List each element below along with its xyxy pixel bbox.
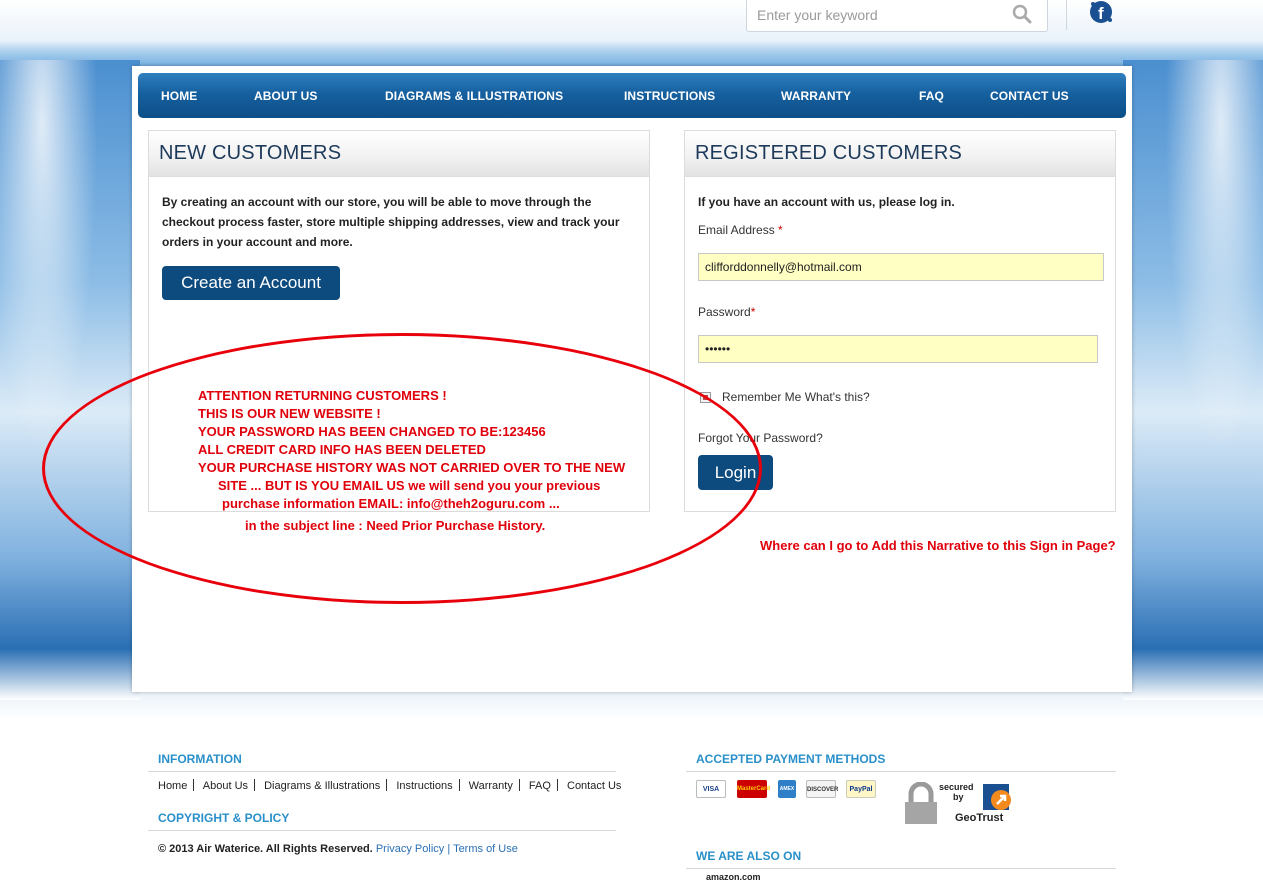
footer-link-contact-us[interactable]: Contact Us: [567, 780, 621, 792]
background-water-right: [1123, 60, 1263, 700]
footer-link-warranty[interactable]: Warranty: [469, 780, 513, 792]
nav-contact-us[interactable]: CONTACT US: [990, 89, 1069, 103]
remember-me-label: Remember Me: [722, 390, 802, 404]
email-required-mark: *: [778, 223, 783, 237]
geotrust-logo-icon: [983, 784, 1011, 810]
annotation-line-8: in the subject line : Need Prior Purchas…: [245, 518, 546, 533]
nav-about-us[interactable]: ABOUT US: [254, 89, 317, 103]
footer-link-separator: [458, 779, 460, 791]
footer-link-separator: [254, 779, 256, 791]
new-customers-title: NEW CUSTOMERS: [159, 142, 342, 164]
nav-instructions[interactable]: INSTRUCTIONS: [624, 89, 715, 103]
nav-diagrams[interactable]: DIAGRAMS & ILLUSTRATIONS: [385, 89, 563, 103]
main-nav: HOME ABOUT US DIAGRAMS & ILLUSTRATIONS I…: [138, 73, 1126, 118]
password-field[interactable]: [698, 335, 1098, 363]
mastercard-icon: MasterCard: [737, 780, 770, 798]
footer-link-separator: [386, 779, 388, 791]
email-label: Email Address *: [698, 223, 783, 237]
registered-intro: If you have an account with us, please l…: [698, 195, 955, 209]
annotation-line-7: purchase information EMAIL: info@theh2og…: [222, 496, 560, 511]
paypal-icon: PayPal: [846, 780, 876, 798]
email-field[interactable]: [698, 253, 1104, 281]
email-label-text: Email Address: [698, 223, 775, 237]
visa-icon: VISA: [696, 780, 726, 798]
footer-rule-2: [148, 830, 616, 831]
annotation-line-2: THIS IS OUR NEW WEBSITE !: [198, 406, 381, 421]
footer-copyright-title: COPYRIGHT & POLICY: [158, 811, 290, 825]
footer-information-title: INFORMATION: [158, 752, 242, 766]
footer-rule-4: [686, 868, 1116, 869]
new-customers-intro: By creating an account with our store, y…: [162, 195, 620, 249]
footer-rule-1: [148, 771, 616, 772]
footer-link-instructions[interactable]: Instructions: [396, 780, 452, 792]
geotrust-name: GeoTrust: [955, 812, 1004, 824]
discover-icon: DISCOVER: [806, 780, 838, 798]
geotrust-by: by: [953, 792, 964, 802]
footer-rule-3: [686, 771, 1116, 772]
password-label-text: Password: [698, 305, 751, 319]
geotrust-secured: secured: [939, 782, 974, 792]
footer-payment-title: ACCEPTED PAYMENT METHODS: [696, 752, 886, 766]
footer-also-on-title: WE ARE ALSO ON: [696, 849, 802, 863]
svg-text:f: f: [1098, 4, 1104, 23]
password-label: Password*: [698, 305, 755, 319]
footer-link-separator: [193, 779, 195, 791]
amazon-logo[interactable]: amazon.com: [706, 872, 761, 882]
annotation-question: Where can I go to Add this Narrative to …: [760, 538, 1116, 553]
password-required-mark: *: [750, 305, 756, 319]
nav-warranty[interactable]: WARRANTY: [781, 89, 851, 103]
footer-link-separator: [556, 779, 558, 791]
facebook-icon[interactable]: f: [1087, 0, 1115, 26]
terms-of-use-link[interactable]: Terms of Use: [453, 843, 518, 855]
annotation-line-3: YOUR PASSWORD HAS BEEN CHANGED TO BE:123…: [198, 424, 546, 439]
create-account-button[interactable]: Create an Account: [162, 266, 340, 300]
nav-faq[interactable]: FAQ: [919, 89, 944, 103]
whats-this-link[interactable]: What's this?: [805, 390, 870, 404]
annotation-line-5: YOUR PURCHASE HISTORY WAS NOT CARRIED OV…: [198, 460, 626, 475]
policy-separator: |: [447, 843, 451, 855]
header-divider: [1066, 0, 1067, 30]
remember-me-row: Remember Me What's this?: [722, 390, 870, 404]
new-customers-header: NEW CUSTOMERS: [149, 131, 649, 177]
footer-link-faq[interactable]: FAQ: [529, 780, 551, 792]
copyright-row: © 2013 Air Waterice. All Rights Reserved…: [158, 843, 518, 855]
registered-customers-header: REGISTERED CUSTOMERS: [685, 131, 1115, 177]
geotrust-badge: secured by GeoTrust: [903, 782, 1023, 826]
annotation-line-6: SITE ... BUT IS YOU EMAIL US we will sen…: [218, 478, 601, 493]
annotation-line-1: ATTENTION RETURNING CUSTOMERS !: [198, 388, 447, 403]
footer-link-diagrams[interactable]: Diagrams & Illustrations: [264, 780, 380, 792]
background-water-left: [0, 60, 140, 700]
footer-link-home[interactable]: Home: [158, 780, 187, 792]
nav-home[interactable]: HOME: [161, 89, 197, 103]
search-icon[interactable]: [1011, 3, 1033, 25]
amex-icon: AMEX: [778, 780, 796, 798]
footer-link-separator: [518, 779, 520, 791]
search-input[interactable]: [757, 4, 997, 26]
search-box: [746, 0, 1048, 32]
footer-link-about-us[interactable]: About Us: [203, 780, 248, 792]
registered-customers-title: REGISTERED CUSTOMERS: [695, 142, 962, 164]
lock-icon: [905, 782, 937, 824]
copyright-text: © 2013 Air Waterice. All Rights Reserved…: [158, 843, 373, 855]
privacy-policy-link[interactable]: Privacy Policy: [376, 843, 444, 855]
annotation-line-4: ALL CREDIT CARD INFO HAS BEEN DELETED: [198, 442, 486, 457]
footer-links: Home About Us Diagrams & Illustrations I…: [158, 779, 621, 792]
